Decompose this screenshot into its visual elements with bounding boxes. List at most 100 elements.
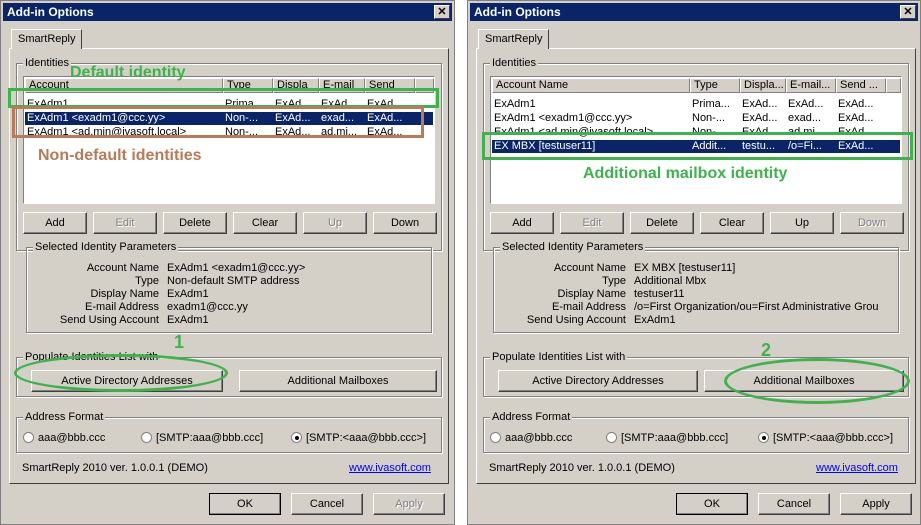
right-format-group: Address Format aaa@bbb.ccc [SMTP:aaa@bbb… xyxy=(483,410,909,453)
param-value: Additional Mbx xyxy=(634,275,707,287)
additional-mailboxes-button[interactable]: Additional Mailboxes xyxy=(239,370,437,392)
param-label: Display Name xyxy=(557,288,626,300)
additional-mailbox-highlight xyxy=(482,132,913,160)
right-col-email[interactable]: E-mail... xyxy=(786,78,836,93)
right-website-link[interactable]: www.ivasoft.com xyxy=(816,462,898,475)
right-apply-button[interactable]: Apply xyxy=(840,493,912,515)
radio-selected-icon xyxy=(758,432,769,443)
left-params-label: Selected Identity Parameters xyxy=(33,240,179,254)
param-value: Non-default SMTP address xyxy=(167,275,300,287)
left-params-group: Selected Identity Parameters Account Nam… xyxy=(26,240,432,333)
param-label: Send Using Account xyxy=(59,314,159,326)
right-ok-button[interactable]: OK xyxy=(676,493,748,515)
format-radio-plain[interactable]: aaa@bbb.ccc xyxy=(490,432,572,445)
left-title-bar: Add-in Options ✕ xyxy=(3,3,452,21)
param-value: EX MBX [testuser11] xyxy=(634,262,736,274)
left-apply-button[interactable]: Apply xyxy=(373,493,445,515)
right-delete-button[interactable]: Delete xyxy=(630,212,694,234)
radio-icon xyxy=(606,432,617,443)
row-email: exad... xyxy=(788,112,822,124)
row-email: ExAd... xyxy=(788,98,824,110)
close-icon[interactable]: ✕ xyxy=(900,5,916,19)
param-value: ExAdm1 xyxy=(634,314,676,326)
right-populate-label: Populate Identities List with xyxy=(490,350,628,364)
table-row[interactable]: ExAdm1 Prima... ExAd... ExAd... ExAd... xyxy=(492,98,900,111)
row-send: ExAd... xyxy=(838,98,874,110)
format-radio-smtp[interactable]: [SMTP:aaa@bbb.ccc] xyxy=(606,432,728,445)
nondefault-identities-highlight xyxy=(12,106,424,138)
additional-mailbox-annotation: Additional mailbox identity xyxy=(583,165,788,182)
radio-label: aaa@bbb.ccc xyxy=(505,432,573,444)
param-label: Type xyxy=(602,275,626,287)
radio-icon xyxy=(490,432,501,443)
active-directory-button[interactable]: Active Directory Addresses xyxy=(498,370,698,392)
left-edit-button[interactable]: Edit xyxy=(93,212,157,234)
table-row[interactable]: ExAdm1 <exadm1@ccc.yy> Non-... ExAd... e… xyxy=(492,112,900,125)
right-col-filler xyxy=(886,78,901,93)
right-up-button[interactable]: Up xyxy=(770,212,834,234)
row-account: ExAdm1 <exadm1@ccc.yy> xyxy=(494,112,633,124)
left-window-title: Add-in Options xyxy=(7,5,94,19)
right-col-display[interactable]: Displa... xyxy=(740,78,786,93)
left-down-button[interactable]: Down xyxy=(373,212,437,234)
radio-icon xyxy=(23,432,34,443)
right-identities-label: Identities xyxy=(490,56,539,70)
left-ok-button[interactable]: OK xyxy=(209,493,281,515)
active-directory-ellipse xyxy=(14,354,228,392)
left-add-button[interactable]: Add xyxy=(23,212,87,234)
right-cancel-button[interactable]: Cancel xyxy=(758,493,830,515)
left-clear-button[interactable]: Clear xyxy=(233,212,297,234)
left-format-label: Address Format xyxy=(23,410,106,424)
left-version-text: SmartReply 2010 ver. 1.0.0.1 (DEMO) xyxy=(22,462,208,474)
radio-icon xyxy=(141,432,152,443)
param-value: ExAdm1 <exadm1@ccc.yy> xyxy=(167,262,306,274)
right-tab-smartreply[interactable]: SmartReply xyxy=(478,29,550,49)
right-tab-panel: Identities Account Name Type Displa... E… xyxy=(476,48,916,484)
row-display: ExAd... xyxy=(742,98,778,110)
row-type: Prima... xyxy=(692,98,730,110)
right-col-type[interactable]: Type xyxy=(690,78,740,93)
right-col-send[interactable]: Send ... xyxy=(836,78,886,93)
param-value: testuser11 xyxy=(634,288,685,300)
right-clear-button[interactable]: Clear xyxy=(700,212,764,234)
right-window-title: Add-in Options xyxy=(474,5,561,19)
radio-label: aaa@bbb.ccc xyxy=(38,432,106,444)
annotation-number-2: 2 xyxy=(761,340,772,360)
right-title-bar: Add-in Options ✕ xyxy=(470,3,918,21)
left-cancel-button[interactable]: Cancel xyxy=(291,493,363,515)
right-version-text: SmartReply 2010 ver. 1.0.0.1 (DEMO) xyxy=(489,462,675,474)
param-label: Display Name xyxy=(90,288,159,300)
row-account: ExAdm1 xyxy=(494,98,536,110)
param-value: ExAdm1 xyxy=(167,288,209,300)
right-col-account[interactable]: Account Name xyxy=(492,78,690,93)
default-identity-highlight xyxy=(8,88,439,108)
default-identity-annotation: Default identity xyxy=(70,64,186,81)
nondefault-identities-annotation: Non-default identities xyxy=(38,147,202,164)
param-label: Account Name xyxy=(86,262,159,274)
right-edit-button[interactable]: Edit xyxy=(560,212,624,234)
close-icon[interactable]: ✕ xyxy=(434,5,450,19)
param-label: E-mail Address xyxy=(552,301,626,313)
radio-label: [SMTP:<aaa@bbb.ccc>] xyxy=(306,432,427,444)
right-down-button[interactable]: Down xyxy=(840,212,904,234)
additional-mailboxes-ellipse xyxy=(724,358,910,404)
row-send: ExAd... xyxy=(838,112,874,124)
left-dialog: Add-in Options ✕ SmartReply Identities A… xyxy=(0,0,455,525)
param-label: Type xyxy=(135,275,159,287)
left-delete-button[interactable]: Delete xyxy=(163,212,227,234)
right-params-label: Selected Identity Parameters xyxy=(500,240,646,254)
left-up-button[interactable]: Up xyxy=(303,212,367,234)
format-radio-smtp-brackets[interactable]: [SMTP:<aaa@bbb.ccc>] xyxy=(291,432,426,445)
row-type: Non-... xyxy=(692,112,726,124)
param-label: Account Name xyxy=(553,262,626,274)
left-website-link[interactable]: www.ivasoft.com xyxy=(349,462,431,475)
annotation-number-1: 1 xyxy=(174,332,185,352)
format-radio-smtp-brackets[interactable]: [SMTP:<aaa@bbb.ccc>] xyxy=(758,432,893,445)
param-value: ExAdm1 xyxy=(167,314,209,326)
right-add-button[interactable]: Add xyxy=(490,212,554,234)
param-label: Send Using Account xyxy=(526,314,626,326)
row-display: ExAd... xyxy=(742,112,778,124)
format-radio-plain[interactable]: aaa@bbb.ccc xyxy=(23,432,105,445)
format-radio-smtp[interactable]: [SMTP:aaa@bbb.ccc] xyxy=(141,432,263,445)
left-tab-smartreply[interactable]: SmartReply xyxy=(11,29,83,49)
